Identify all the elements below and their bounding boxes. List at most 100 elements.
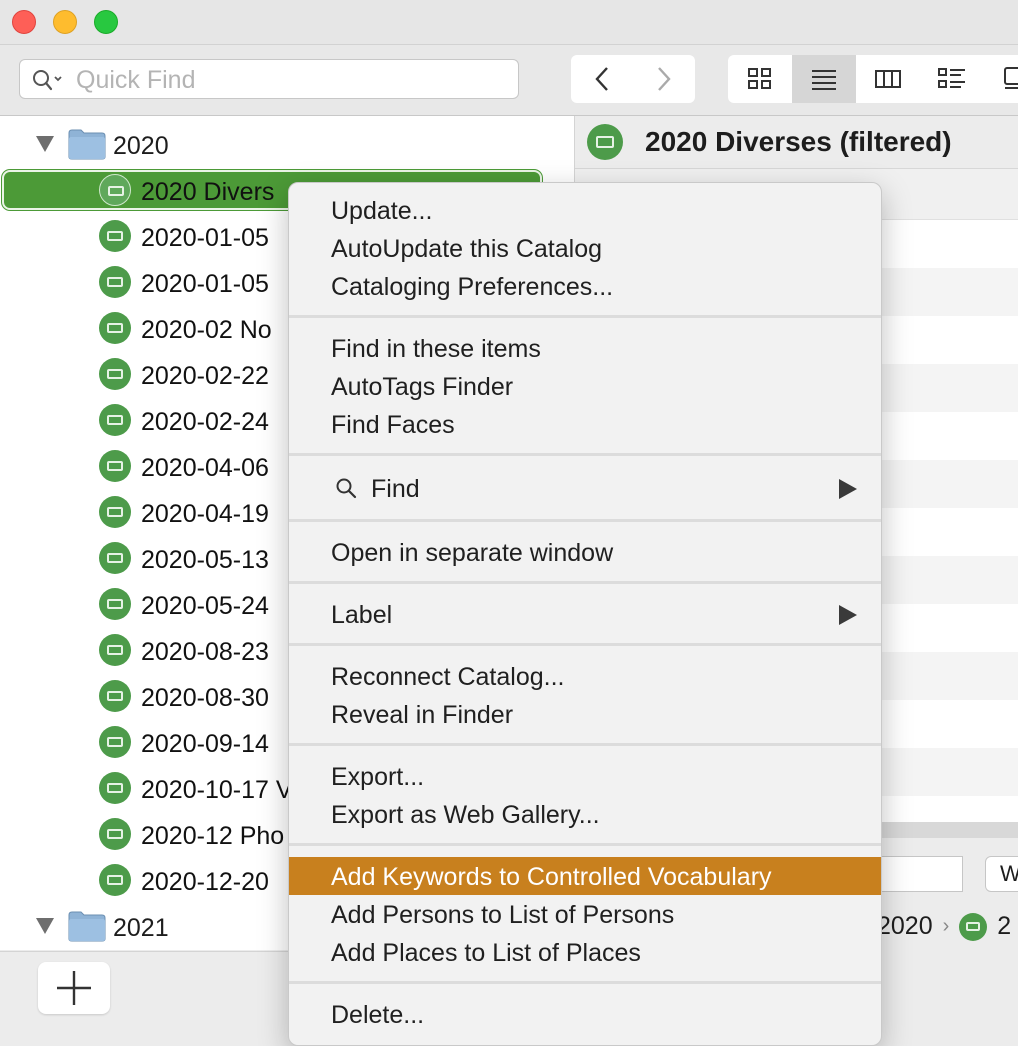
folder-icon <box>68 129 106 160</box>
menu-item-label: Label <box>331 601 393 629</box>
quick-find-input[interactable] <box>74 64 508 96</box>
catalog-label: 2020 Divers <box>141 178 275 206</box>
catalog-label: 2020-09-14 <box>141 730 269 758</box>
menu-item-find-in-items[interactable]: Find in these items <box>289 329 881 367</box>
catalog-icon <box>99 634 131 666</box>
menu-item-label: Cataloging Preferences... <box>331 273 614 301</box>
folder-label: 2020 <box>113 132 169 160</box>
catalog-label: 2020-04-19 <box>141 500 269 528</box>
menu-separator <box>289 519 881 522</box>
menu-item-label: Open in separate window <box>331 539 614 567</box>
zoom-window-button[interactable] <box>94 10 118 34</box>
columns-icon <box>875 70 901 88</box>
catalog-icon <box>99 358 131 390</box>
catalog-label: 2020-10-17 V <box>141 776 293 804</box>
catalog-label: 2020-01-05 <box>141 270 269 298</box>
catalog-icon <box>99 680 131 712</box>
catalog-icon <box>587 124 623 160</box>
folder-row-2020[interactable]: 2020 <box>0 122 574 168</box>
disclosure-triangle-icon[interactable] <box>36 136 54 152</box>
minimize-window-button[interactable] <box>53 10 77 34</box>
catalog-icon <box>99 220 131 252</box>
menu-separator <box>289 743 881 746</box>
catalog-icon <box>99 542 131 574</box>
submenu-arrow-icon <box>839 479 857 499</box>
back-button[interactable] <box>571 55 633 103</box>
catalog-label: 2020-04-06 <box>141 454 269 482</box>
menu-item-label: Add Keywords to Controlled Vocabulary <box>331 863 772 891</box>
catalog-icon <box>99 818 131 850</box>
menu-item-label: Reveal in Finder <box>331 701 514 729</box>
catalog-icon <box>99 864 131 896</box>
menu-item-open-separate-window[interactable]: Open in separate window <box>289 533 881 571</box>
catalog-label: 2020-01-05 <box>141 224 269 252</box>
add-button[interactable] <box>38 962 110 1014</box>
catalog-icon <box>99 174 131 206</box>
menu-item-label: Delete... <box>331 1001 425 1029</box>
catalog-icon <box>99 772 131 804</box>
icon-view-button[interactable] <box>728 55 792 103</box>
path-item-catalog[interactable]: 2 <box>997 912 1011 941</box>
disclosure-triangle-icon[interactable] <box>36 918 54 934</box>
list-icon <box>812 70 836 90</box>
menu-item-autotags-finder[interactable]: AutoTags Finder <box>289 367 881 405</box>
toolbar <box>0 45 1018 116</box>
folder-label: 2021 <box>113 914 169 942</box>
path-item-year[interactable]: 2020 <box>877 912 933 941</box>
detail-view-button[interactable] <box>920 55 984 103</box>
footer-text-field[interactable] <box>875 856 963 892</box>
footer-button[interactable]: W <box>985 856 1018 892</box>
menu-item-export[interactable]: Export... <box>289 757 881 795</box>
menu-item-reveal-in-finder[interactable]: Reveal in Finder <box>289 695 881 733</box>
menu-item-label: Update... <box>331 197 433 225</box>
folder-icon <box>68 911 106 942</box>
menu-item-reconnect-catalog[interactable]: Reconnect Catalog... <box>289 657 881 695</box>
menu-item-find[interactable]: Find <box>289 469 881 507</box>
path-separator-icon: › <box>942 915 950 937</box>
menu-separator <box>289 581 881 584</box>
catalog-icon <box>959 912 988 941</box>
menu-separator <box>289 453 881 456</box>
menu-item-label: Add Places to List of Places <box>331 939 641 967</box>
catalog-label: 2020-12 Pho <box>141 822 285 850</box>
menu-item-add-places[interactable]: Add Places to List of Places <box>289 933 881 971</box>
close-window-button[interactable] <box>12 10 36 34</box>
content-title: 2020 Diverses (filtered) <box>645 126 952 157</box>
catalog-icon <box>99 496 131 528</box>
menu-item-delete[interactable]: Delete... <box>289 995 881 1033</box>
column-view-button[interactable] <box>856 55 920 103</box>
menu-item-label-submenu[interactable]: Label <box>289 595 881 633</box>
menu-item-find-faces[interactable]: Find Faces <box>289 405 881 443</box>
menu-separator <box>289 843 881 846</box>
menu-item-label: Add Persons to List of Persons <box>331 901 675 929</box>
catalog-icon <box>99 266 131 298</box>
quick-find-field[interactable] <box>19 59 519 99</box>
search-icon[interactable] <box>32 69 66 91</box>
preview-view-button[interactable] <box>984 55 1018 103</box>
menu-item-label: Export as Web Gallery... <box>331 801 600 829</box>
list-view-button[interactable] <box>792 55 856 103</box>
menu-item-add-persons[interactable]: Add Persons to List of Persons <box>289 895 881 933</box>
menu-item-label: Export... <box>331 763 425 791</box>
menu-item-cataloging-preferences[interactable]: Cataloging Preferences... <box>289 267 881 305</box>
grid-icon <box>748 68 771 89</box>
menu-item-export-web-gallery[interactable]: Export as Web Gallery... <box>289 795 881 833</box>
menu-item-autoupdate[interactable]: AutoUpdate this Catalog <box>289 229 881 267</box>
view-mode-selector <box>728 55 1018 103</box>
forward-button[interactable] <box>633 55 695 103</box>
menu-item-update[interactable]: Update... <box>289 191 881 229</box>
submenu-arrow-icon <box>839 605 857 625</box>
catalog-icon <box>99 726 131 758</box>
search-icon <box>336 478 357 499</box>
menu-item-add-keywords[interactable]: Add Keywords to Controlled Vocabulary <box>289 857 881 895</box>
detail-list-icon <box>938 68 965 88</box>
catalog-icon <box>99 312 131 344</box>
catalog-label: 2020-02-24 <box>141 408 269 436</box>
menu-separator <box>289 643 881 646</box>
catalog-icon <box>99 404 131 436</box>
catalog-label: 2020-08-23 <box>141 638 269 666</box>
menu-item-label: AutoTags Finder <box>331 373 514 401</box>
catalog-label: 2020-08-30 <box>141 684 269 712</box>
context-menu: Update... AutoUpdate this Catalog Catalo… <box>288 182 882 1046</box>
menu-item-label: Find in these items <box>331 335 541 363</box>
